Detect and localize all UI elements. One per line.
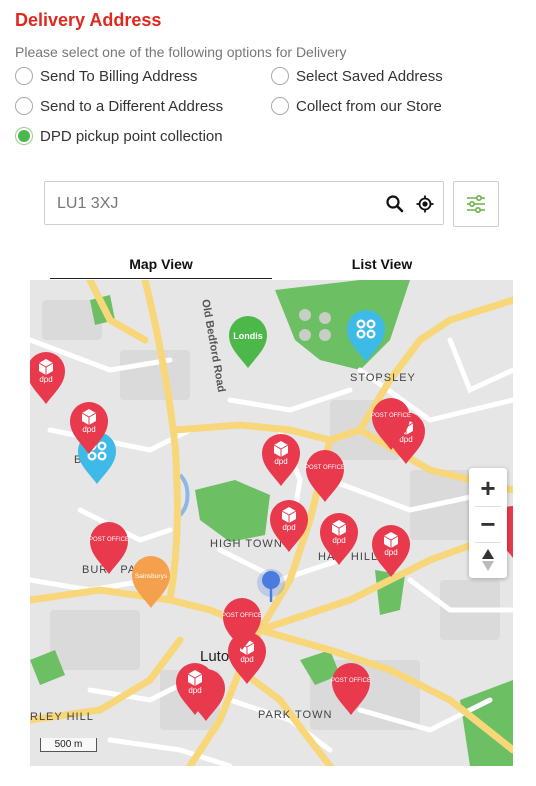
radio-circle[interactable]: [15, 67, 33, 85]
delivery-instructions: Please select one of the following optio…: [15, 44, 347, 60]
post-office-label: POST OFFICE: [89, 537, 129, 543]
pickup-map[interactable]: Old Bedford Road STOPSLEY HIGH TOWN Luto…: [30, 280, 513, 766]
dpd-pin-label: dpd: [332, 536, 345, 545]
radio-dot: [18, 130, 30, 142]
dpd-pin-label: dpd: [240, 655, 253, 664]
sainsburys-label: Sainsburys: [135, 573, 168, 580]
option-saved-address[interactable]: Select Saved Address: [271, 67, 443, 85]
option-different-address[interactable]: Send to a Different Address: [15, 97, 223, 115]
dpd-pin-label: dpd: [384, 548, 397, 557]
option-collect-store[interactable]: Collect from our Store: [271, 97, 442, 115]
compass-icon[interactable]: [480, 548, 496, 572]
option-billing-address[interactable]: Send To Billing Address: [15, 67, 197, 85]
post-office-label: POST OFFICE: [331, 678, 371, 684]
map-scale-bar: 500 m: [40, 738, 97, 752]
search-input-value[interactable]: LU1 3XJ: [57, 195, 118, 213]
map-label-luton: Luto: [200, 648, 229, 665]
londis-label: Londis: [233, 331, 263, 341]
post-office-label: POST OFFICE: [371, 413, 411, 419]
sliders-icon: [467, 194, 485, 214]
dpd-pin-label: dpd: [282, 523, 295, 532]
tab-list-view[interactable]: List View: [271, 256, 493, 272]
map-canvas[interactable]: Old Bedford Road STOPSLEY HIGH TOWN Luto…: [30, 280, 513, 766]
zoom-divider: [475, 542, 501, 543]
locate-me-icon[interactable]: [415, 194, 435, 214]
filter-button[interactable]: [453, 181, 499, 227]
dpd-pin-label: dpd: [274, 457, 287, 466]
map-zoom-controls: + −: [469, 468, 507, 578]
radio-circle[interactable]: [271, 67, 289, 85]
radio-circle-selected[interactable]: [15, 127, 33, 145]
zoom-in-button[interactable]: +: [469, 470, 507, 506]
dpd-pin-label: dpd: [188, 686, 201, 695]
option-label: Select Saved Address: [296, 67, 443, 85]
page-title: Delivery Address: [15, 10, 162, 30]
option-label: DPD pickup point collection: [40, 127, 223, 145]
post-office-label: POST OFFICE: [305, 465, 345, 471]
dpd-pin-label: dpd: [39, 375, 52, 384]
postcode-search-input[interactable]: LU1 3XJ: [44, 181, 444, 225]
option-label: Send to a Different Address: [40, 97, 224, 115]
option-dpd-pickup[interactable]: DPD pickup point collection: [15, 127, 223, 145]
dpd-pin-label: dpd: [82, 425, 95, 434]
map-label-park-town: PARK TOWN: [258, 709, 332, 721]
option-label: Send To Billing Address: [40, 67, 198, 85]
zoom-out-button[interactable]: −: [469, 506, 507, 542]
search-icon[interactable]: [385, 194, 405, 214]
map-label-high-town: HIGH TOWN: [210, 538, 283, 550]
radio-circle[interactable]: [15, 97, 33, 115]
map-label-stopsley: STOPSLEY: [350, 372, 416, 384]
post-office-label: POST OFFICE: [222, 613, 262, 619]
active-tab-indicator: [50, 278, 272, 279]
tab-map-view[interactable]: Map View: [50, 256, 272, 272]
radio-circle[interactable]: [271, 97, 289, 115]
map-label-farley-hill: RLEY HILL: [30, 711, 94, 723]
option-label: Collect from our Store: [296, 97, 442, 115]
